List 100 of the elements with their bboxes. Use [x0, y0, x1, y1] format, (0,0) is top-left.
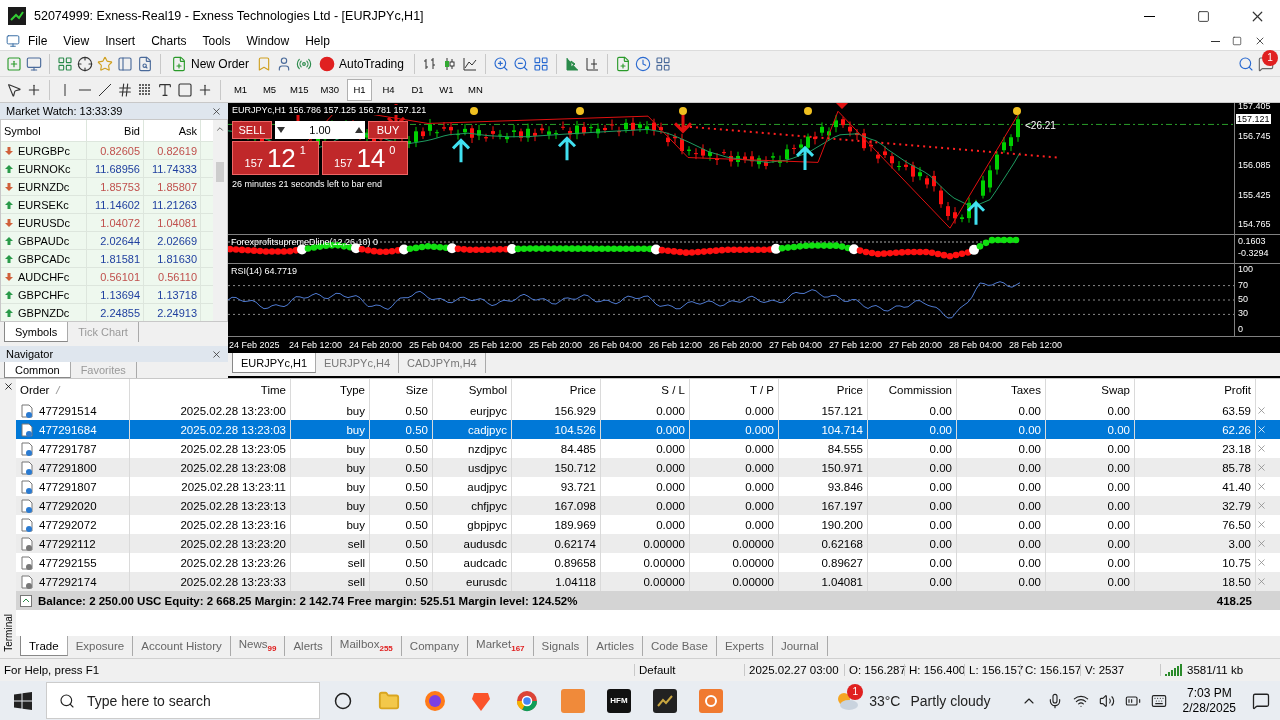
menu-item[interactable]: Insert — [97, 34, 144, 48]
terminal-tab[interactable]: Code Base — [643, 636, 717, 656]
lot-size-field[interactable]: 1.00 — [275, 121, 365, 139]
order-row[interactable]: 477292155 2025.02.28 13:23:26 sell 0.50 audcadc 0.89658 0.00000 0.00000 0.89627 0.00 0.00 0.00 10.75 — [16, 553, 1280, 572]
terminal-tab[interactable]: Articles — [588, 636, 643, 656]
menu-item[interactable]: File — [20, 34, 56, 48]
timeframe-button[interactable]: M15 — [286, 78, 313, 101]
column-header[interactable]: Bid — [87, 120, 144, 141]
tester-icon[interactable] — [137, 55, 153, 72]
close-icon[interactable] — [2, 381, 14, 392]
minimize-icon[interactable] — [1211, 40, 1220, 42]
scroll-up-icon[interactable] — [215, 124, 225, 134]
templates-icon[interactable] — [654, 55, 671, 72]
search-field[interactable]: Type here to search — [46, 682, 320, 719]
column-header[interactable]: Ask — [144, 120, 201, 141]
panel-tab[interactable]: Common — [4, 362, 71, 378]
symbol-cell[interactable]: EURNZDc — [1, 178, 87, 195]
sell-button[interactable]: SELL — [232, 121, 272, 139]
terminal-tab[interactable]: Journal — [772, 636, 828, 656]
timeframe-button[interactable]: H4 — [375, 78, 401, 101]
symbol-cell[interactable]: AUDCHFc — [1, 268, 87, 285]
timeframe-button[interactable]: W1 — [433, 78, 459, 101]
timeframe-button[interactable]: MN — [462, 78, 488, 101]
profiles-icon[interactable] — [26, 55, 42, 72]
new-chart-icon[interactable] — [6, 55, 22, 72]
timeframe-button[interactable]: M30 — [316, 78, 343, 101]
close-icon[interactable] — [211, 105, 222, 117]
search-icon[interactable] — [1238, 55, 1254, 72]
menu-item[interactable]: Help — [297, 34, 338, 48]
symbol-cell[interactable]: GBPAUDc — [1, 232, 87, 249]
indicators-icon[interactable] — [614, 55, 631, 72]
text-icon[interactable] — [157, 81, 173, 98]
close-order-icon[interactable] — [1256, 443, 1267, 454]
terminal-tab[interactable]: Alerts — [285, 636, 332, 656]
restore-icon[interactable] — [1232, 36, 1242, 46]
close-order-icon[interactable] — [1256, 557, 1267, 568]
terminal-tab[interactable]: Exposure — [67, 636, 134, 656]
menu-item[interactable]: View — [55, 34, 98, 48]
tile-windows-icon[interactable] — [532, 55, 549, 72]
menu-item[interactable]: Window — [238, 34, 298, 48]
column-header[interactable]: Symbol — [1, 120, 87, 141]
menu-item[interactable]: Charts — [143, 34, 195, 48]
chart-tab[interactable]: CADJPYm,H4 — [399, 353, 486, 373]
symbol-cell[interactable]: GBPNZDc — [1, 304, 87, 321]
order-row[interactable]: 477291800 2025.02.28 13:23:08 buy 0.50 usdjpyc 150.712 0.000 0.000 150.971 0.00 0.00 0.00 85.78 — [16, 458, 1280, 477]
symbol-cell[interactable]: EURSEKc — [1, 196, 87, 213]
symbol-cell[interactable]: EURNOKc — [1, 160, 87, 177]
terminal-tab[interactable]: Market$_{167}$ — [468, 636, 534, 656]
auto-scroll-icon[interactable] — [563, 55, 580, 72]
order-row[interactable]: 477292174 2025.02.28 13:23:33 sell 0.50 eurusdc 1.04118 0.00000 0.00000 1.04081 0.00 0.00 0.00 18.50 — [16, 572, 1280, 591]
data-window-icon[interactable] — [77, 55, 93, 72]
scrollbar-thumb[interactable] — [216, 162, 224, 182]
order-row[interactable]: 477291787 2025.02.28 13:23:05 buy 0.50 nzdjpyc 84.485 0.000 0.000 84.555 0.00 0.00 0.00 23.18 — [16, 439, 1280, 458]
terminal-tab[interactable]: Trade — [20, 636, 68, 656]
order-row[interactable]: 477291807 2025.02.28 13:23:11 buy 0.50 audjpyc 93.721 0.000 0.000 93.846 0.00 0.00 0.00 41.40 — [16, 477, 1280, 496]
panel-tab[interactable]: Symbols — [4, 322, 69, 342]
periods-icon[interactable] — [634, 55, 651, 72]
symbol-cell[interactable]: EURGBPc — [1, 142, 87, 159]
close-order-icon[interactable] — [1256, 424, 1267, 435]
terminal-icon[interactable] — [117, 55, 133, 72]
symbol-cell[interactable]: GBPCADc — [1, 250, 87, 267]
timeframe-button[interactable]: H1 — [346, 78, 372, 101]
alerts-icon[interactable] — [1258, 55, 1274, 72]
symbol-cell[interactable]: EURUSDc — [1, 214, 87, 231]
close-icon[interactable] — [211, 348, 222, 360]
symbol-cell[interactable]: GBPCHFc — [1, 286, 87, 303]
bar-chart-icon[interactable] — [421, 55, 438, 72]
zoom-in-icon[interactable] — [492, 55, 509, 72]
terminal-tab[interactable]: News$_{99}$ — [230, 636, 286, 656]
volume-icon[interactable] — [1098, 692, 1115, 709]
order-row[interactable]: 477292112 2025.02.28 13:23:20 sell 0.50 audusdc 0.62174 0.00000 0.00000 0.62168 0.00 0.00 0.00 3.00 — [16, 534, 1280, 553]
close-order-icon[interactable] — [1256, 519, 1267, 530]
caret-up-icon[interactable] — [355, 127, 363, 133]
channel-icon[interactable] — [117, 81, 133, 98]
notifications-icon[interactable] — [1252, 691, 1270, 710]
close-order-icon[interactable] — [1256, 405, 1267, 416]
trend-line-icon[interactable] — [97, 81, 113, 98]
search-input[interactable]: Type here to search — [85, 691, 319, 710]
fibonacci-icon[interactable] — [137, 81, 153, 98]
chart-shift-icon[interactable] — [583, 55, 600, 72]
cursor-icon[interactable] — [6, 81, 22, 98]
market-watch-icon[interactable] — [57, 55, 73, 72]
timeframe-button[interactable]: D1 — [404, 78, 430, 101]
terminal-tab[interactable]: Experts — [716, 636, 773, 656]
zoom-out-icon[interactable] — [512, 55, 529, 72]
timeframe-button[interactable]: M1 — [228, 78, 253, 101]
taskbar-app[interactable]: HFM — [596, 682, 642, 719]
terminal-tab[interactable]: Account History — [133, 636, 231, 656]
auto-trading-button[interactable]: AutoTrading — [316, 52, 407, 75]
terminal-tab[interactable]: Company — [401, 636, 469, 656]
chart-tab[interactable]: EURJPYc,H4 — [316, 353, 400, 373]
order-row[interactable]: 477291514 2025.02.28 13:23:00 buy 0.50 eurjpyc 156.929 0.000 0.000 157.121 0.00 0.00 0.00 63.59 — [16, 401, 1280, 420]
user-icon[interactable] — [276, 55, 292, 72]
close-icon[interactable] — [1254, 35, 1266, 47]
close-order-icon[interactable] — [1256, 481, 1267, 492]
buy-button[interactable]: BUY — [368, 121, 408, 139]
order-row[interactable]: 477291684 2025.02.28 13:23:03 buy 0.50 cadjpyc 104.526 0.000 0.000 104.714 0.00 0.00 0.00 62.26 — [16, 420, 1280, 439]
order-row[interactable]: 477292020 2025.02.28 13:23:13 buy 0.50 chfjpyc 167.098 0.000 0.000 167.197 0.00 0.00 0.00 32.79 — [16, 496, 1280, 515]
terminal-tab[interactable]: Signals — [533, 636, 589, 656]
line-chart-icon[interactable] — [461, 55, 478, 72]
